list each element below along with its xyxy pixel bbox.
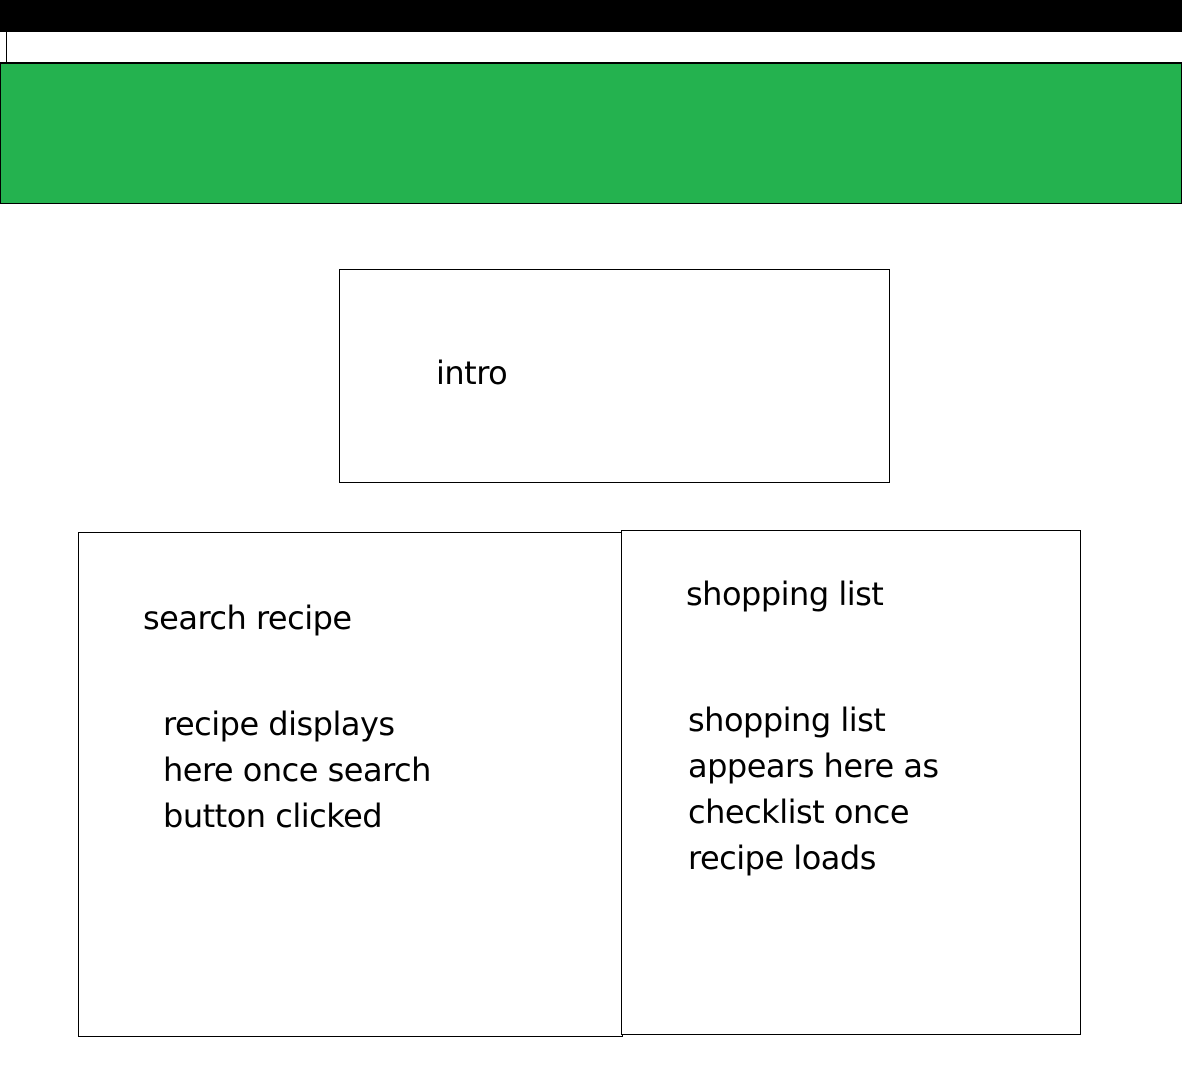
top-bar [0, 0, 1182, 32]
address-cursor [6, 32, 7, 63]
search-recipe-section: search recipe recipe displays here once … [78, 532, 623, 1037]
shopping-list-placeholder: shopping list appears here as checklist … [688, 701, 939, 877]
address-strip [0, 32, 1182, 63]
shopping-list-heading: shopping list [686, 575, 884, 613]
intro-section: intro [339, 269, 890, 483]
wireframe-page: intro search recipe recipe displays here… [0, 0, 1182, 1084]
search-recipe-heading: search recipe [143, 599, 352, 637]
shopping-list-section: shopping list shopping list appears here… [621, 530, 1081, 1035]
intro-text: intro [436, 354, 508, 392]
header-banner [0, 63, 1182, 204]
recipe-display-placeholder: recipe displays here once search button … [163, 705, 431, 835]
